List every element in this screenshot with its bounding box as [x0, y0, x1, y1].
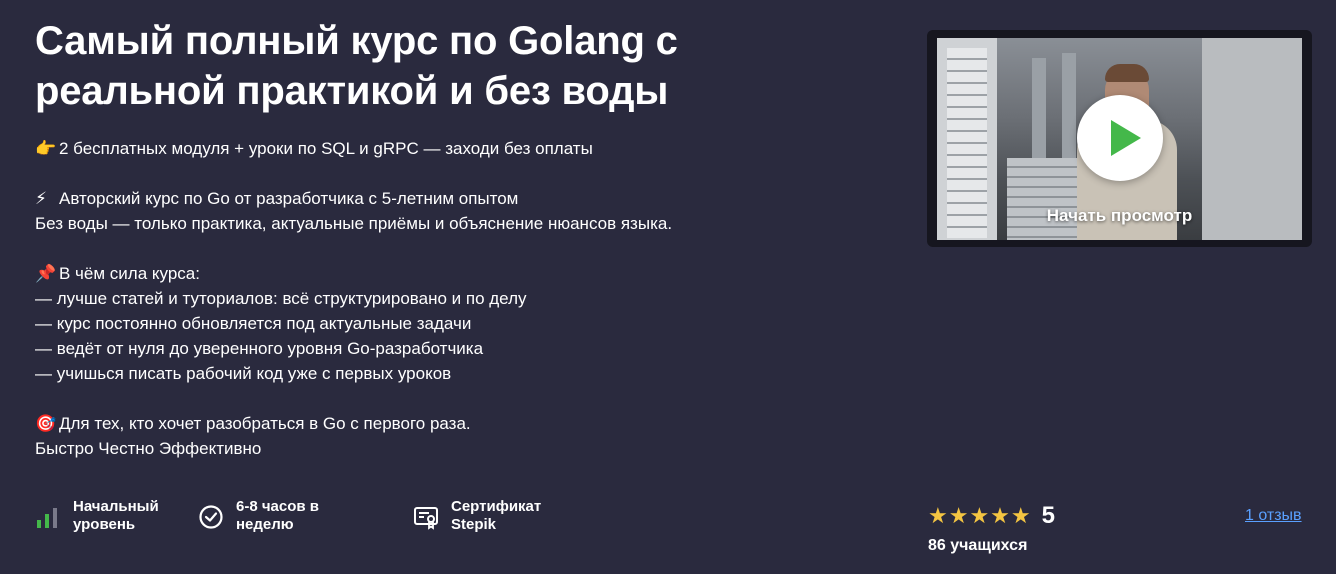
course-description: 👉 2 бесплатных модуля + уроки по SQL и gR… [35, 136, 835, 461]
feature-time-line1: 6-8 часов в [236, 498, 320, 515]
feature-level-line1: Начальный [73, 498, 159, 515]
feature-level-line2: уровень [73, 516, 136, 533]
rating-score: 5 [1041, 502, 1055, 529]
feature-level: Начальный уровень [35, 498, 159, 534]
course-title: Самый полный курс по Golang с реальной п… [35, 19, 678, 113]
feature-certificate: Сертификат Stepik [413, 498, 541, 534]
play-icon [1111, 120, 1141, 156]
pointing-hand-icon: 👉 [35, 139, 57, 158]
feature-time-line2: неделю [236, 516, 294, 533]
certificate-icon [413, 504, 439, 530]
feature-certificate-line2: Stepik [451, 516, 497, 533]
description-line: Быстро Честно Эффективно [35, 439, 262, 458]
feature-certificate-line1: Сертификат [451, 498, 542, 515]
description-line: — ведёт от нуля до уверенного уровня Go-… [35, 339, 484, 358]
start-watching-label[interactable]: Начать просмотр [927, 206, 1312, 226]
clock-icon [198, 504, 224, 530]
description-line: — лучше статей и туториалов: всё структу… [35, 289, 527, 308]
feature-time: 6-8 часов в неделю [198, 498, 319, 534]
course-rating: ★★★★★ 5 [928, 502, 1055, 530]
star-rating-icon: ★★★★★ [928, 503, 1032, 528]
description-line: 👉 2 бесплатных модуля + уроки по SQL и gR… [35, 136, 835, 161]
description-line: — курс постоянно обновляется под актуаль… [35, 314, 472, 333]
play-button[interactable] [1077, 95, 1163, 181]
learners-count: 86 учащихся [928, 537, 1028, 554]
description-line: Без воды — только практика, актуальные п… [35, 214, 673, 233]
target-icon: 🎯 [35, 414, 57, 433]
promo-video[interactable]: Начать просмотр [927, 30, 1312, 247]
description-line: ⚡ Авторский курс по Go от разработчика с … [35, 186, 835, 211]
description-line: 📌 В чём сила курса: [35, 261, 835, 286]
lightning-icon: ⚡ [35, 189, 47, 208]
description-line: 🎯 Для тех, кто хочет разобраться в Go с п… [35, 411, 835, 436]
pushpin-icon: 📌 [35, 264, 57, 283]
description-line: — учишься писать рабочий код уже с первы… [35, 364, 452, 383]
level-bars-icon [35, 504, 61, 530]
reviews-link[interactable]: 1 отзыв [1245, 507, 1302, 525]
